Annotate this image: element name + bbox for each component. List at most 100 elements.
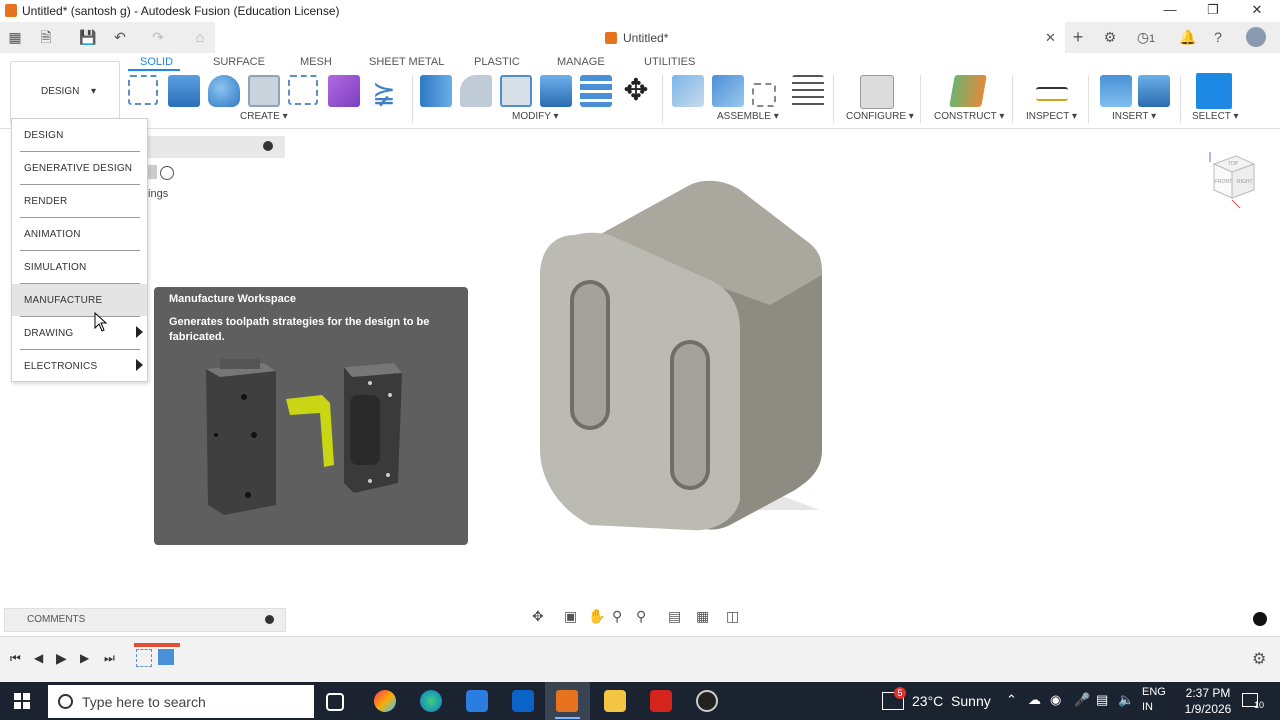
notifications-icon[interactable]: 🔔: [1178, 28, 1198, 46]
tab-surface[interactable]: SURFACE: [213, 56, 265, 68]
workspace-item-electronics[interactable]: ELECTRONICS: [12, 350, 147, 382]
workspace-item-drawing[interactable]: DRAWING: [12, 317, 147, 349]
restore-button[interactable]: ❐: [1198, 2, 1228, 20]
zoom-icon[interactable]: ⚲: [612, 608, 622, 625]
taskbar-search-box[interactable]: Type here to search: [48, 685, 314, 718]
extrude-icon[interactable]: [168, 75, 200, 107]
help-icon[interactable]: ?: [1208, 28, 1228, 46]
clock[interactable]: 2:37 PM 1/9/2026: [1180, 686, 1236, 716]
extrude-feature-icon[interactable]: [158, 649, 174, 665]
redo-icon[interactable]: ↷: [148, 28, 168, 46]
viewports-icon[interactable]: ◫: [726, 608, 739, 625]
derive-icon[interactable]: ⪶: [368, 75, 400, 107]
task-view-icon[interactable]: [326, 693, 344, 711]
form-icon[interactable]: [328, 75, 360, 107]
tab-sheet-metal[interactable]: SHEET METAL: [369, 56, 444, 68]
select-icon[interactable]: [1196, 73, 1232, 109]
split-body-icon[interactable]: [580, 75, 612, 107]
new-component-icon[interactable]: [672, 75, 704, 107]
document-tab[interactable]: Untitled* ✕: [215, 22, 1065, 53]
create-sketch-icon[interactable]: [128, 75, 158, 105]
undo-icon[interactable]: ↶: [110, 28, 130, 46]
comments-panel[interactable]: COMMENTS: [4, 608, 286, 632]
as-built-joint-icon[interactable]: [752, 83, 776, 107]
press-pull-icon[interactable]: [420, 75, 452, 107]
chat-icon[interactable]: [1253, 612, 1267, 626]
look-at-icon[interactable]: ▣: [564, 608, 577, 625]
pan-icon[interactable]: ✋: [588, 608, 605, 625]
tray-chevron-icon[interactable]: ⌃: [1006, 692, 1017, 708]
workspace-item-render[interactable]: RENDER: [12, 185, 147, 217]
play-icon[interactable]: ▶: [56, 650, 67, 667]
home-icon[interactable]: ⌂: [190, 28, 210, 46]
display-settings-icon[interactable]: ▤: [668, 608, 681, 625]
workspace-item-generative-design[interactable]: GENERATIVE DESIGN: [12, 152, 147, 184]
step-forward-icon[interactable]: ▶: [80, 651, 89, 665]
workspace-item-manufacture[interactable]: MANUFACTURE: [12, 284, 147, 316]
webcam-icon[interactable]: ◉: [1050, 692, 1061, 708]
job-status-icon[interactable]: ◷1: [1132, 28, 1160, 46]
orbit-icon[interactable]: ✥: [532, 608, 544, 625]
select-group-label[interactable]: SELECT ▾: [1192, 111, 1239, 122]
sketch-feature-icon[interactable]: [136, 649, 152, 667]
tab-utilities[interactable]: UTILITIES: [644, 56, 695, 68]
file-explorer-icon[interactable]: [604, 690, 626, 712]
fusion-taskbar-active[interactable]: [545, 682, 590, 720]
configure-group-label[interactable]: CONFIGURE ▾: [846, 111, 914, 122]
grid-snaps-icon[interactable]: ▦: [696, 608, 709, 625]
file-icon[interactable]: 🗎: [36, 28, 56, 46]
workspace-switcher-button[interactable]: DESIGN ▾: [10, 61, 120, 123]
minimize-button[interactable]: —: [1155, 2, 1185, 20]
create-group-label[interactable]: CREATE ▾: [240, 111, 288, 122]
pattern-icon[interactable]: [288, 75, 318, 105]
go-to-start-icon[interactable]: ⏮: [10, 651, 21, 666]
timeline-marker[interactable]: [134, 643, 180, 647]
step-back-icon[interactable]: ◀: [34, 651, 43, 665]
obs-icon[interactable]: [696, 690, 718, 712]
joint-origin-icon[interactable]: [792, 75, 824, 107]
language-indicator[interactable]: ENG IN: [1142, 686, 1166, 713]
edge-icon[interactable]: [420, 690, 442, 712]
revolve-icon[interactable]: [208, 75, 240, 107]
outlook-icon[interactable]: [512, 690, 534, 712]
combine-icon[interactable]: [540, 75, 572, 107]
construct-group-label[interactable]: CONSTRUCT ▾: [934, 111, 1004, 122]
tab-mesh[interactable]: MESH: [300, 56, 332, 68]
viewcube[interactable]: TOP FRONT RIGHT: [1206, 150, 1260, 210]
move-icon[interactable]: ✥: [620, 75, 652, 107]
fit-icon[interactable]: ⚲: [636, 608, 646, 625]
workspace-item-simulation[interactable]: SIMULATION: [12, 251, 147, 283]
tab-plastic[interactable]: PLASTIC: [474, 56, 520, 68]
modify-group-label[interactable]: MODIFY ▾: [512, 111, 559, 122]
tab-solid[interactable]: SOLID: [140, 56, 173, 68]
acrobat-icon[interactable]: [650, 690, 672, 712]
user-avatar[interactable]: [1246, 27, 1266, 47]
insert-derive-icon[interactable]: [1100, 75, 1132, 107]
close-window-button[interactable]: ✕: [1242, 2, 1272, 20]
add-comment-icon[interactable]: [265, 615, 274, 624]
timeline-settings-icon[interactable]: ⚙: [1252, 649, 1266, 669]
inspect-group-label[interactable]: INSPECT ▾: [1026, 111, 1077, 122]
configure-icon[interactable]: [860, 75, 894, 109]
volume-icon[interactable]: 🔈: [1118, 692, 1134, 708]
workspace-item-animation[interactable]: ANIMATION: [12, 218, 147, 250]
insert-group-label[interactable]: INSERT ▾: [1112, 111, 1156, 122]
joint-icon[interactable]: [712, 75, 744, 107]
fillet-icon[interactable]: [460, 75, 492, 107]
extensions-icon[interactable]: ⚙: [1100, 28, 1120, 46]
windows-start-icon[interactable]: [14, 693, 30, 709]
go-to-end-icon[interactable]: ⏭: [104, 651, 115, 666]
measure-icon[interactable]: [1036, 87, 1068, 101]
hole-icon[interactable]: [248, 75, 280, 107]
weather-text[interactable]: 23°C Sunny: [912, 693, 991, 709]
microphone-icon[interactable]: 🎤: [1074, 692, 1090, 708]
grid-menu-icon[interactable]: ▦: [5, 28, 25, 46]
offset-plane-icon[interactable]: [949, 75, 987, 107]
copilot-icon[interactable]: [374, 690, 396, 712]
save-icon[interactable]: 💾: [78, 28, 98, 46]
shell-icon[interactable]: [500, 75, 532, 107]
assemble-group-label[interactable]: ASSEMBLE ▾: [717, 111, 779, 122]
radio-icon[interactable]: [160, 166, 174, 180]
insert-image-icon[interactable]: [1138, 75, 1170, 107]
close-tab-icon[interactable]: ✕: [1045, 30, 1056, 46]
